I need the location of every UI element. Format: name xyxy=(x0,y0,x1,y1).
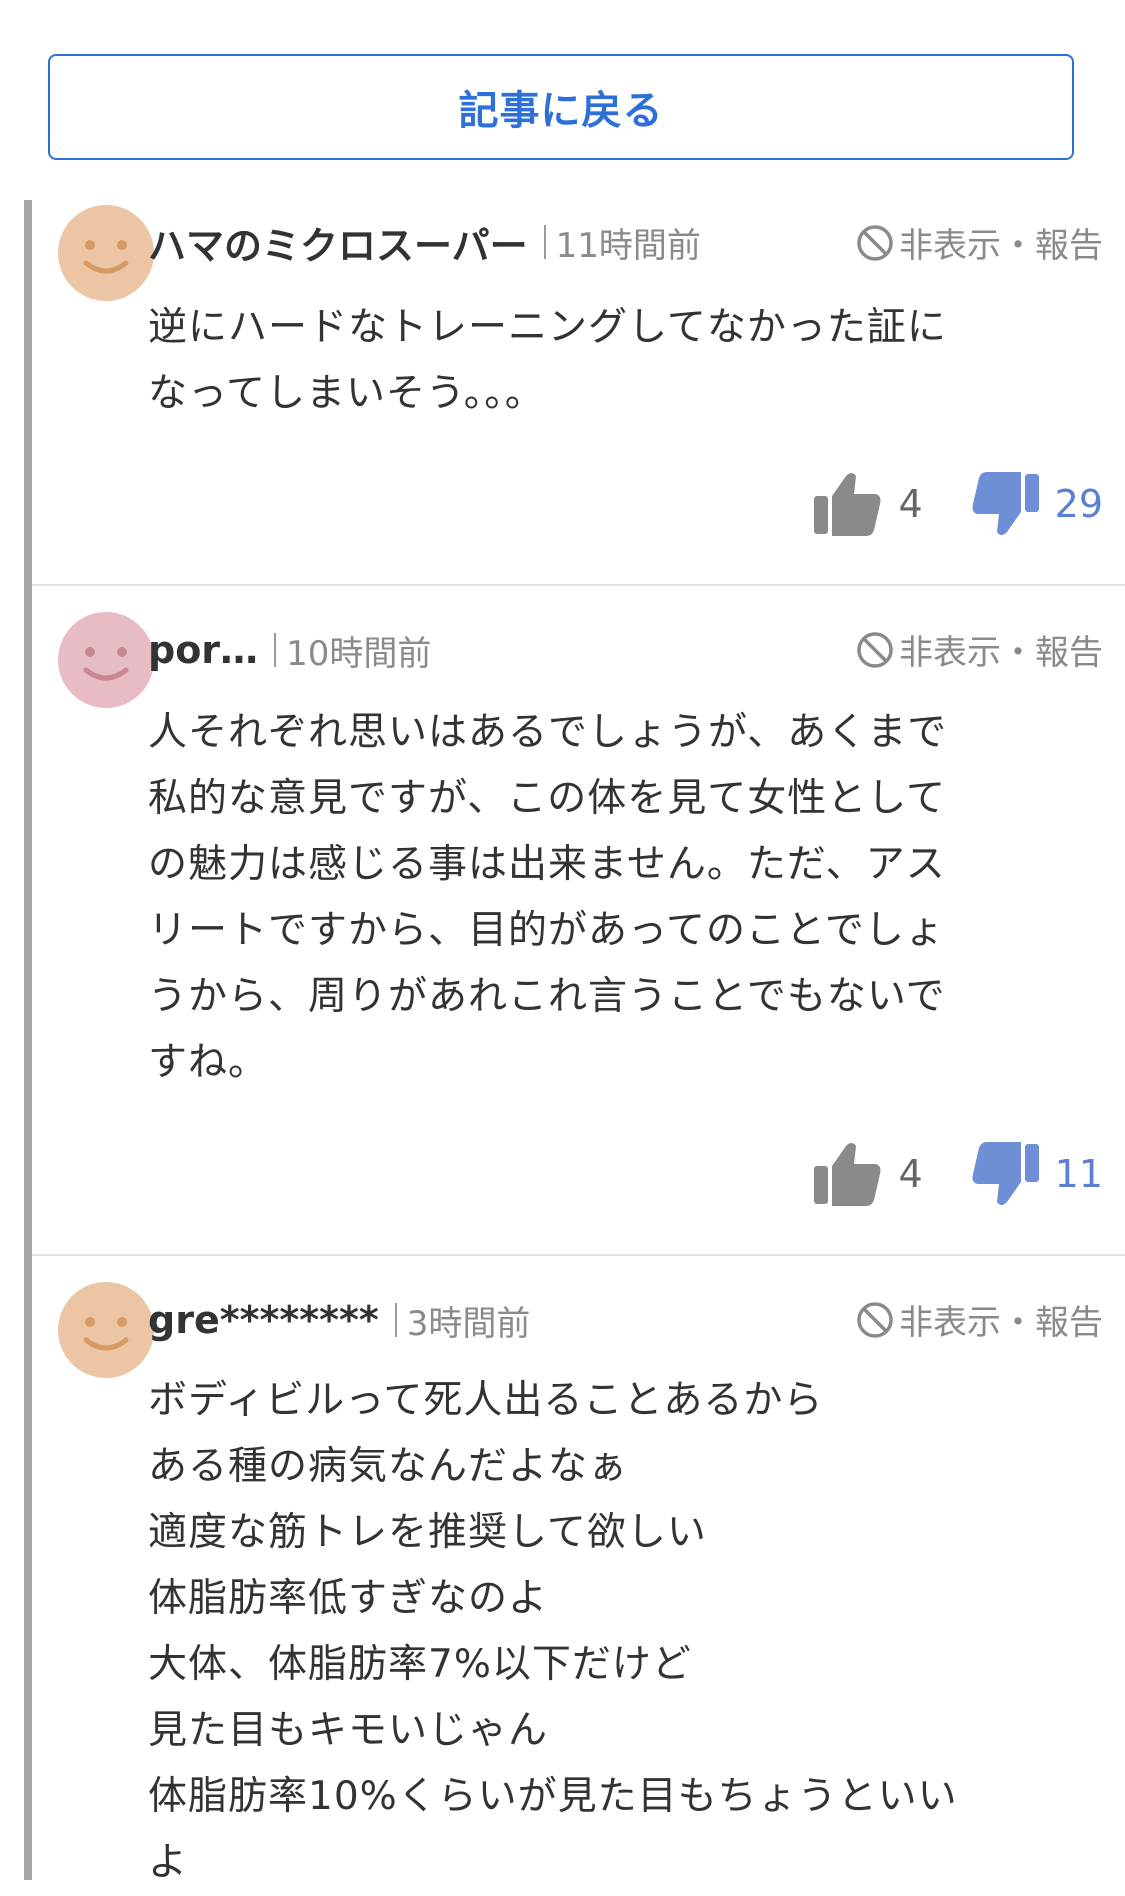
dislike-count: 11 xyxy=(1054,1152,1103,1196)
separator-dot: ・ xyxy=(1001,1303,1035,1343)
header-separator xyxy=(394,1303,397,1337)
thumbs-up-icon xyxy=(814,1143,881,1206)
avatar[interactable] xyxy=(58,1282,154,1378)
report-link[interactable]: 報告 xyxy=(1035,218,1103,267)
comment-line: 大体、体脂肪率7%以下だけど xyxy=(148,1642,692,1687)
thumbs-down-icon xyxy=(972,1142,1039,1205)
thread-indicator-bar xyxy=(24,200,32,1880)
username[interactable]: gre******** xyxy=(148,1298,379,1342)
username[interactable]: por… xyxy=(148,628,258,672)
back-to-article-button[interactable]: 記事に戻る xyxy=(48,54,1074,160)
separator-dot: ・ xyxy=(1001,226,1035,266)
like-count: 4 xyxy=(898,482,923,526)
like-button[interactable]: 4 xyxy=(812,1140,923,1208)
comment-actions: 非表示 ・ 報告 xyxy=(855,1295,1103,1344)
like-count: 4 xyxy=(898,1152,923,1196)
hide-link[interactable]: 非表示 xyxy=(899,1295,1001,1344)
comment-line: の魅力は感じる事は出来ません。ただ、アス xyxy=(148,842,946,887)
hide-icon xyxy=(857,631,893,668)
hide-icon xyxy=(857,1301,893,1338)
smiley-avatar-icon xyxy=(58,612,154,708)
comment-actions: 非表示 ・ 報告 xyxy=(855,625,1103,674)
comment-body: 人それぞれ思いはあるでしょうが、あくまで 私的な意見ですが、この体を見て女性とし… xyxy=(148,700,1058,1096)
separator-dot: ・ xyxy=(1001,633,1035,673)
vote-bar: 4 29 xyxy=(812,470,1103,538)
hide-link[interactable]: 非表示 xyxy=(899,625,1001,674)
comment-body: ボディビルって死人出ることあるから ある種の病気なんだよなぁ 適度な筋トレを推奨… xyxy=(148,1368,1058,1896)
comment-line: 私的な意見ですが、この体を見て女性として xyxy=(148,776,947,821)
dislike-button[interactable]: 29 xyxy=(969,470,1103,538)
comment-line: ボディビルって死人出ることあるから xyxy=(148,1378,824,1423)
comment-body: 逆にハードなトレーニングしてなかった証に なってしまいそう。。。 xyxy=(148,295,1058,427)
dislike-count: 29 xyxy=(1054,482,1103,526)
timestamp: 3時間前 xyxy=(406,1303,531,1344)
vote-bar: 4 11 xyxy=(812,1140,1103,1208)
dislike-button[interactable]: 11 xyxy=(969,1140,1103,1208)
comment-divider xyxy=(32,1254,1125,1256)
smiley-avatar-icon xyxy=(58,205,154,301)
comment-line: ある種の病気なんだよなぁ xyxy=(148,1444,629,1489)
comment-line: よ xyxy=(148,1840,189,1885)
thumbs-down-icon xyxy=(972,472,1039,535)
hide-link[interactable]: 非表示 xyxy=(899,218,1001,267)
comment-line: 逆にハードなトレーニングしてなかった証に xyxy=(148,305,947,350)
hide-icon xyxy=(857,224,893,261)
comment-line: 体脂肪率低すぎなのよ xyxy=(148,1576,549,1621)
comment-line: 人それぞれ思いはあるでしょうが、あくまで xyxy=(148,710,948,755)
comment-line: なってしまいそう。。。 xyxy=(148,371,545,416)
comment-line: うから、周りがあれこれ言うことでもないで xyxy=(148,974,946,1019)
comment-divider xyxy=(32,584,1125,586)
like-button[interactable]: 4 xyxy=(812,470,923,538)
comment-actions: 非表示 ・ 報告 xyxy=(855,218,1103,267)
report-link[interactable]: 報告 xyxy=(1035,625,1103,674)
smiley-avatar-icon xyxy=(58,1282,154,1378)
timestamp: 10時間前 xyxy=(286,633,432,674)
timestamp: 11時間前 xyxy=(555,225,701,266)
comment-line: リートですから、目的があってのことでしょ xyxy=(148,908,945,953)
avatar[interactable] xyxy=(58,612,154,708)
username[interactable]: ハマのミクロスーパー xyxy=(148,215,528,270)
avatar[interactable] xyxy=(58,205,154,301)
comment-line: すね。 xyxy=(148,1040,269,1085)
thumbs-up-icon xyxy=(814,473,881,536)
comment-line: 見た目もキモいじゃん xyxy=(148,1708,549,1753)
comment-line: 適度な筋トレを推奨して欲しい xyxy=(148,1510,707,1555)
header-separator xyxy=(543,225,546,259)
comment-line: 体脂肪率10%くらいが見た目もちょうといい xyxy=(148,1774,958,1819)
header-separator xyxy=(274,633,277,667)
report-link[interactable]: 報告 xyxy=(1035,1295,1103,1344)
